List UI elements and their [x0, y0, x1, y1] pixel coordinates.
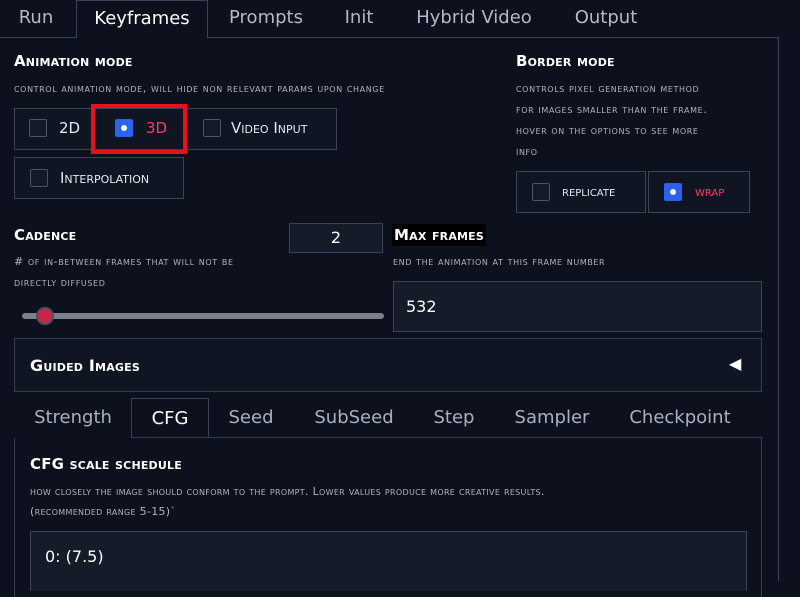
subtab-sampler[interactable]: Sampler — [504, 398, 600, 438]
cfg-schedule-title: CFG scale schedule — [30, 455, 182, 473]
option-2d-label: 2D — [59, 119, 81, 137]
border-mode-info-4: info — [516, 145, 538, 158]
checkbox-interpolation[interactable] — [30, 169, 48, 187]
guided-images-accordion[interactable]: Guided Images ◀ — [14, 338, 762, 392]
cadence-info-1: # of in-between frames that will not be — [14, 255, 234, 268]
subtab-subseed[interactable]: SubSeed — [304, 398, 404, 438]
tab-bar-divider-left — [0, 37, 76, 38]
tab-keyframes[interactable]: Keyframes — [76, 0, 208, 38]
option-replicate-label: replicate — [562, 184, 616, 200]
tab-bar-divider-right — [208, 37, 779, 38]
subtab-cfg[interactable]: CFG — [131, 398, 209, 438]
cadence-slider-track[interactable] — [22, 313, 384, 319]
option-video-input-label: Video Input — [231, 119, 308, 137]
collapse-arrow-icon[interactable]: ◀ — [729, 354, 741, 373]
option-wrap-label: wrap — [695, 184, 725, 200]
subtab-step[interactable]: Step — [424, 398, 484, 438]
border-mode-info-2: for images smaller than the frame. — [516, 103, 708, 116]
cfg-info-1: how closely the image should conform to … — [30, 485, 545, 498]
cfg-tab-panel: CFG scale schedule how closely the image… — [14, 437, 762, 597]
option-interpolation-label: Interpolation — [60, 169, 150, 187]
border-mode-title: Border mode — [516, 52, 615, 70]
animation-mode-title: Animation mode — [14, 52, 133, 70]
subtab-checkpoint[interactable]: Checkpoint — [620, 398, 740, 438]
cfg-schedule-textbox[interactable]: 0: (7.5) — [30, 531, 747, 591]
tab-prompts[interactable]: Prompts — [212, 0, 320, 38]
highlight-box-3d — [91, 104, 187, 154]
option-wrap[interactable]: wrap — [648, 171, 750, 213]
tab-hybrid-video[interactable]: Hybrid Video — [398, 0, 550, 38]
max-frames-title: Max frames — [392, 224, 487, 246]
tab-init[interactable]: Init — [324, 0, 394, 38]
checkbox-replicate[interactable] — [532, 183, 550, 201]
content-border-right — [778, 37, 779, 581]
tab-run[interactable]: Run — [0, 0, 72, 38]
cadence-info-2: directly diffused — [14, 276, 106, 289]
checkbox-video-input[interactable] — [203, 119, 221, 137]
checkbox-2d[interactable] — [29, 119, 47, 137]
option-replicate[interactable]: replicate — [516, 171, 646, 213]
subtab-seed[interactable]: Seed — [218, 398, 284, 438]
animation-mode-info: control animation mode, will hide non re… — [14, 82, 385, 95]
option-2d[interactable]: 2D — [14, 108, 94, 150]
radio-wrap-selected[interactable] — [664, 183, 682, 201]
option-interpolation[interactable]: Interpolation — [14, 157, 184, 199]
option-video-input[interactable]: Video Input — [188, 108, 336, 150]
cadence-number-input[interactable]: 2 — [289, 223, 383, 253]
tab-output[interactable]: Output — [554, 0, 658, 38]
subtab-strength[interactable]: Strength — [24, 398, 122, 438]
cadence-slider-thumb[interactable] — [35, 307, 54, 325]
border-mode-info-3: hover on the options to see more — [516, 124, 699, 137]
border-mode-info-1: controls pixel generation method — [516, 82, 700, 95]
max-frames-info: end the animation at this frame number — [393, 255, 606, 268]
guided-images-title: Guided Images — [30, 356, 140, 375]
max-frames-input[interactable]: 532 — [393, 281, 762, 332]
cadence-title: Cadence — [14, 226, 77, 244]
subtab-divider-left — [14, 437, 131, 438]
cfg-info-2: (recommended range 5-15)` — [30, 505, 177, 518]
top-tab-bar: Run Keyframes Prompts Init Hybrid Video … — [0, 0, 800, 38]
